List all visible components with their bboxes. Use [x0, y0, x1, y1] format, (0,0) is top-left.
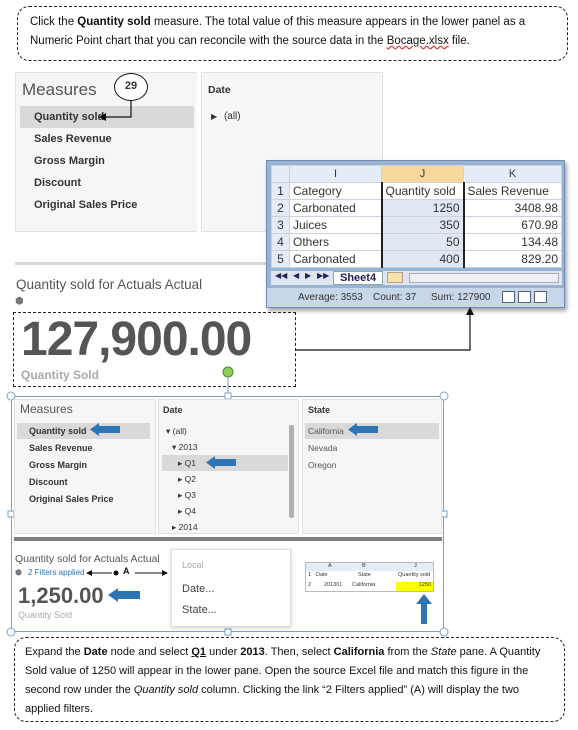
- filters-dropdown: Local Date... State...: [171, 549, 291, 627]
- blue-up-arrow-icon: [416, 594, 432, 624]
- dropdown-item-local: Local: [182, 560, 204, 570]
- numeric-point-label-2: Quantity Sold: [18, 610, 73, 620]
- dropdown-item-state[interactable]: State...: [182, 604, 217, 616]
- mini-spreadsheet: A B J 1 Date State Quantity sold 2 20130…: [305, 562, 434, 592]
- numeric-point-value-2: 1,250.00: [18, 583, 104, 608]
- mini-col-a: A: [328, 563, 332, 569]
- table-row: 1 Date State Quantity sold: [308, 572, 431, 578]
- bottom-instruction-callout: Expand the Date node and select Q1 under…: [14, 637, 565, 722]
- mini-col-j: J: [414, 563, 417, 569]
- mini-header-row: A B J: [306, 563, 433, 571]
- table-row: 2 201301 California 1250: [306, 582, 433, 591]
- mini-col-b: B: [362, 563, 366, 569]
- marker-a-label: A: [123, 566, 130, 576]
- dropdown-item-date[interactable]: Date...: [182, 583, 214, 595]
- blue-arrow-icon: [108, 588, 140, 602]
